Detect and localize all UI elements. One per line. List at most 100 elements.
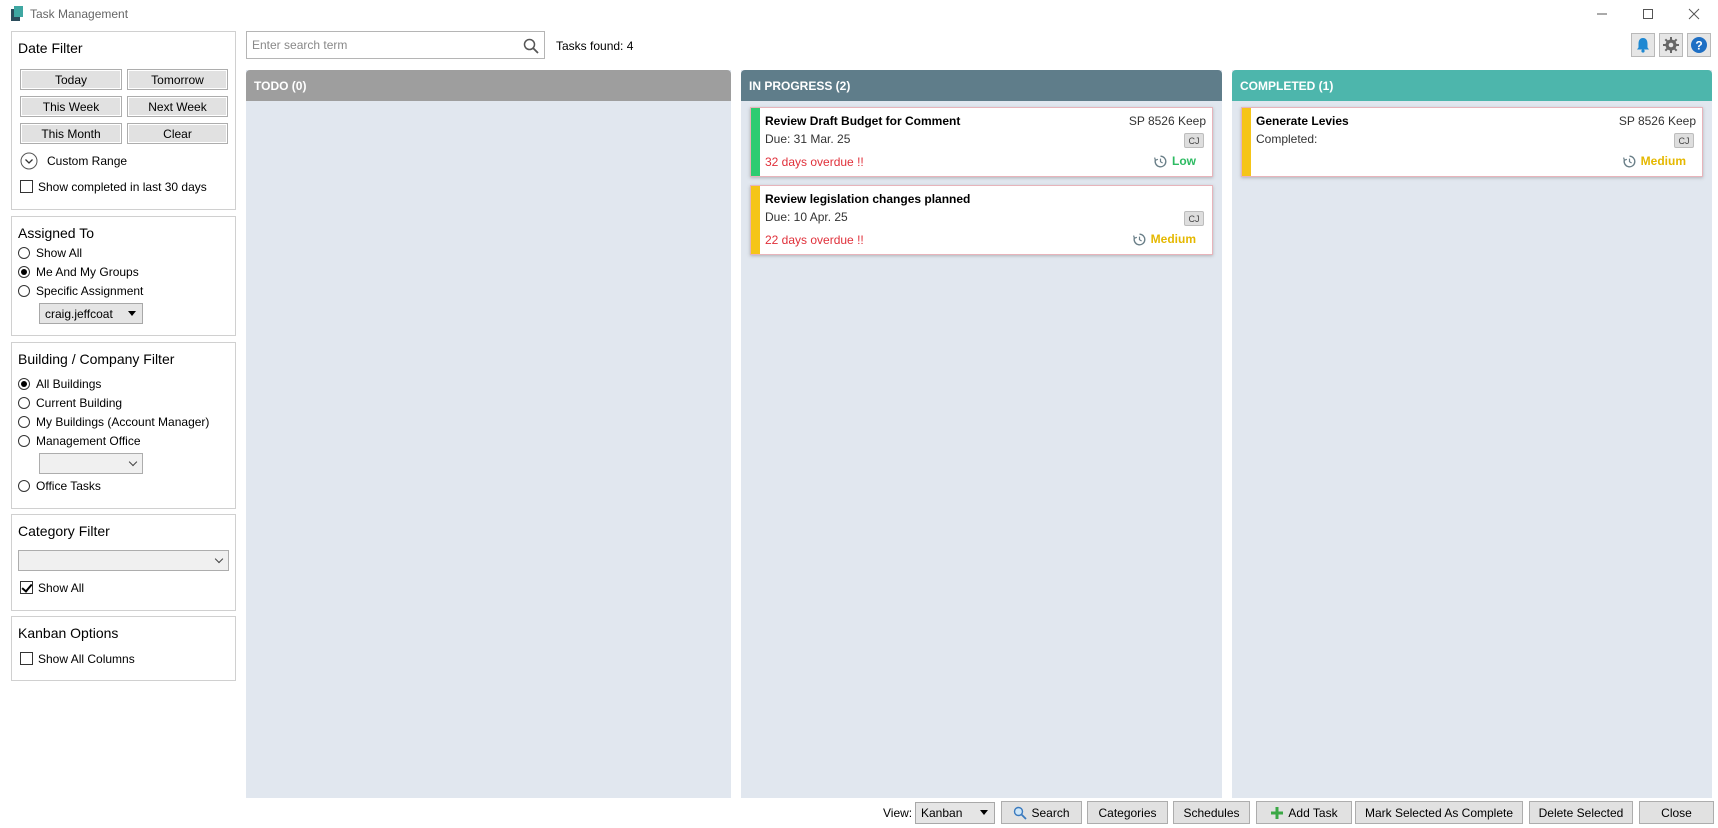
show-completed-checkbox[interactable] [20,180,33,193]
task-priority: Medium [1622,154,1686,168]
svg-text:?: ? [1695,39,1702,53]
app-logo-icon [11,6,23,21]
category-show-all-label[interactable]: Show All [38,581,84,595]
building-filter-title: Building / Company Filter [18,351,175,367]
search-button-label: Search [1031,805,1070,820]
delete-selected-button[interactable]: Delete Selected [1529,801,1633,824]
task-priority-label: Medium [1150,232,1196,246]
custom-range-label[interactable]: Custom Range [47,154,127,168]
assigned-show-all-radio[interactable] [18,247,30,259]
add-task-label: Add Task [1288,805,1338,820]
view-select[interactable]: Kanban [915,802,995,824]
today-button[interactable]: Today [20,69,122,90]
settings-button[interactable] [1659,33,1683,57]
my-buildings-label[interactable]: My Buildings (Account Manager) [36,415,209,429]
show-completed-label[interactable]: Show completed in last 30 days [38,180,207,194]
minimize-button[interactable] [1580,3,1624,25]
custom-range-expand-icon[interactable] [20,152,38,170]
bell-icon [1637,38,1649,53]
dropdown-arrow-icon [980,810,988,815]
assignee-initials-badge: CJ [1184,133,1204,148]
add-task-button[interactable]: Add Task [1256,801,1352,824]
search-icon[interactable] [522,37,540,55]
current-building-label[interactable]: Current Building [36,396,122,410]
assigned-to-group: Assigned To Show All Me And My Groups Sp… [11,216,236,336]
clock-icon [1622,155,1636,167]
todo-column: TODO (0) [246,70,731,798]
dropdown-arrow-icon [128,311,136,316]
task-overdue-text: 32 days overdue !! [765,155,864,169]
all-buildings-radio[interactable] [18,378,30,390]
current-building-radio[interactable] [18,397,30,409]
assigned-specific-radio[interactable] [18,285,30,297]
management-office-radio[interactable] [18,435,30,447]
gear-icon [1663,37,1679,53]
chevron-down-icon [214,554,224,564]
task-due-date: Due: 10 Apr. 25 [765,210,848,224]
next-week-button[interactable]: Next Week [127,96,228,117]
close-button[interactable]: Close [1639,801,1714,824]
show-all-columns-label[interactable]: Show All Columns [38,652,135,666]
category-filter-title: Category Filter [18,523,110,539]
tomorrow-button[interactable]: Tomorrow [127,69,228,90]
office-tasks-label[interactable]: Office Tasks [36,479,101,493]
building-filter-group: Building / Company Filter All Buildings … [11,342,236,509]
categories-button[interactable]: Categories [1087,801,1168,824]
clock-icon [1132,233,1146,245]
search-input[interactable] [250,36,515,54]
view-label: View: [883,806,913,820]
notifications-button[interactable] [1631,33,1655,57]
task-priority-label: Low [1172,154,1196,168]
task-due-date: Due: 31 Mar. 25 [765,132,851,146]
task-building: SP 8526 Keep [1128,114,1206,128]
help-button[interactable]: ? [1687,33,1711,57]
task-completed-date: Completed: [1256,132,1318,146]
task-card[interactable]: Review legislation changes planned Due: … [750,185,1213,255]
in-progress-column-header: IN PROGRESS (2) [741,70,1222,101]
completed-column: COMPLETED (1) Generate Levies SP 8526 Ke… [1232,70,1712,798]
this-month-button[interactable]: This Month [20,123,122,144]
task-card[interactable]: Review Draft Budget for Comment SP 8526 … [750,107,1213,177]
task-priority-label: Medium [1640,154,1686,168]
this-week-button[interactable]: This Week [20,96,122,117]
search-button[interactable]: Search [1001,801,1082,824]
help-icon: ? [1691,37,1707,53]
show-all-columns-checkbox[interactable] [20,652,33,665]
assigned-user-select[interactable]: craig.jeffcoat [39,303,143,324]
in-progress-column: IN PROGRESS (2) Review Draft Budget for … [741,70,1222,798]
assigned-user-value: craig.jeffcoat [45,307,113,321]
assigned-show-all-label[interactable]: Show All [36,246,82,260]
management-office-select[interactable] [39,453,143,474]
assigned-me-and-groups-radio[interactable] [18,266,30,278]
my-buildings-radio[interactable] [18,416,30,428]
task-card[interactable]: Generate Levies SP 8526 Keep Completed: … [1241,107,1703,177]
priority-stripe [751,186,760,254]
tasks-found-count: Tasks found: 4 [556,39,634,53]
kanban-options-group: Kanban Options Show All Columns [11,616,236,681]
category-filter-group: Category Filter Show All [11,514,236,611]
minimize-icon [1597,13,1607,15]
all-buildings-label[interactable]: All Buildings [36,377,101,391]
category-select[interactable] [18,550,229,571]
search-icon [1014,806,1028,820]
task-title: Review Draft Budget for Comment [765,114,961,128]
task-priority: Medium [1132,232,1196,246]
date-filter-title: Date Filter [18,40,83,56]
task-building: SP 8526 Keep [1618,114,1696,128]
priority-stripe [751,108,760,176]
maximize-button[interactable] [1626,3,1670,25]
category-show-all-checkbox[interactable] [20,581,33,594]
kanban-options-title: Kanban Options [18,625,119,641]
assigned-specific-label[interactable]: Specific Assignment [36,284,143,298]
window-close-button[interactable] [1672,3,1716,25]
office-tasks-radio[interactable] [18,480,30,492]
mark-complete-button[interactable]: Mark Selected As Complete [1355,801,1523,824]
schedules-button[interactable]: Schedules [1173,801,1250,824]
search-box[interactable] [246,31,545,59]
clear-button[interactable]: Clear [127,123,228,144]
assigned-me-and-groups-label[interactable]: Me And My Groups [36,265,139,279]
view-value: Kanban [921,806,963,820]
management-office-label[interactable]: Management Office [36,434,141,448]
maximize-icon [1643,9,1653,19]
close-icon [1688,8,1700,20]
